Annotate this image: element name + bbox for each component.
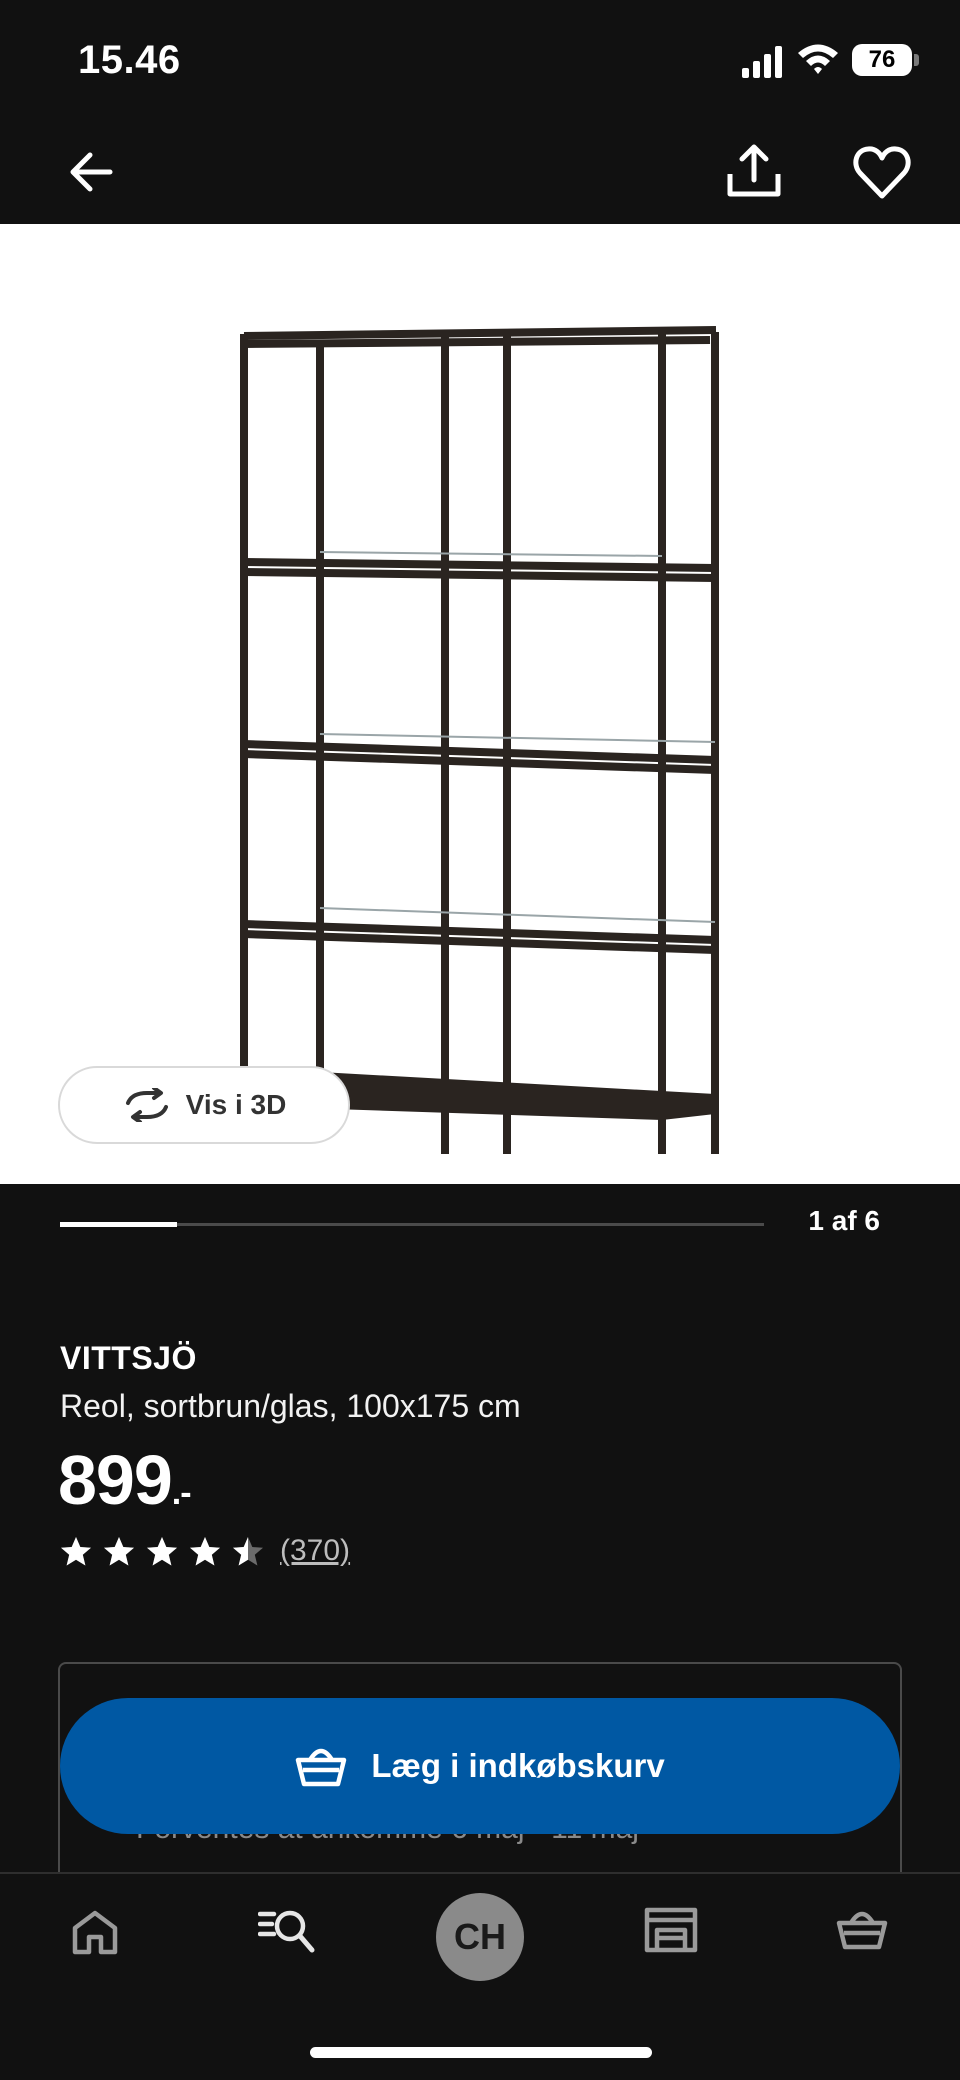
battery-cap xyxy=(914,54,919,66)
home-indicator xyxy=(310,2047,652,2058)
search-list-icon[interactable] xyxy=(258,1906,318,1956)
add-to-cart-button[interactable]: Læg i indkøbskurv xyxy=(60,1698,900,1834)
view-3d-label: Vis i 3D xyxy=(185,1089,287,1120)
status-time: 15.46 xyxy=(78,38,181,82)
price-suffix: .- xyxy=(171,1474,192,1512)
battery-icon: 76 xyxy=(852,44,912,76)
share-icon[interactable] xyxy=(722,140,786,204)
basket-icon[interactable] xyxy=(836,1906,888,1952)
wifi-icon xyxy=(798,44,838,74)
star-full-icon xyxy=(190,1537,220,1566)
store-icon[interactable] xyxy=(644,1906,698,1954)
rotate-3d-icon xyxy=(125,1088,168,1122)
star-full-icon xyxy=(104,1537,134,1566)
rating-stars[interactable] xyxy=(60,1536,264,1567)
review-count-link[interactable]: (370) xyxy=(280,1534,350,1568)
price-value: 899 xyxy=(58,1441,173,1519)
heart-icon[interactable] xyxy=(850,142,914,202)
back-arrow-icon[interactable] xyxy=(62,142,122,202)
carousel-progress-fill xyxy=(60,1222,177,1227)
product-price: 899.- xyxy=(58,1440,192,1520)
star-half-icon xyxy=(233,1537,263,1566)
star-full-icon xyxy=(61,1537,91,1566)
signal-icon xyxy=(742,46,782,78)
star-full-icon xyxy=(147,1537,177,1566)
shelf-product-image xyxy=(240,326,719,1154)
profile-avatar[interactable]: CH xyxy=(436,1893,524,1981)
view-3d-button[interactable]: Vis i 3D xyxy=(58,1066,350,1144)
product-description: Reol, sortbrun/glas, 100x175 cm xyxy=(60,1388,521,1424)
product-image-area[interactable]: Vis i 3D xyxy=(0,224,960,1184)
carousel-counter: 1 af 6 xyxy=(808,1205,880,1236)
basket-icon xyxy=(296,1748,347,1787)
home-icon[interactable] xyxy=(70,1908,120,1956)
add-to-cart-label: Læg i indkøbskurv xyxy=(371,1747,665,1784)
product-name: VITTSJÖ xyxy=(60,1340,197,1376)
